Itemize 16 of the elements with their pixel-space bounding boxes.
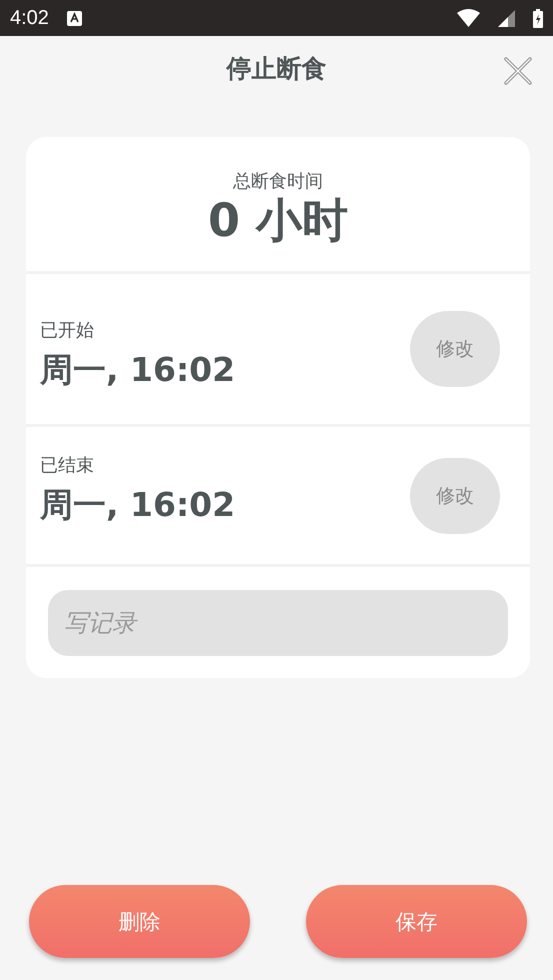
notes-field[interactable]: 写记录 — [48, 590, 508, 656]
time-label: 已结束 — [40, 454, 95, 477]
delete-button[interactable]: 删除 — [29, 885, 250, 958]
signal-icon — [498, 10, 515, 26]
total-label: 总断食时间 — [233, 170, 323, 193]
battery-icon — [533, 8, 543, 28]
wifi-icon — [457, 9, 480, 27]
time-value: 周一, 16:02 — [40, 348, 236, 390]
status-time: 4:02 — [10, 6, 49, 30]
screen-title: 停止断食 — [226, 52, 326, 84]
close-icon[interactable] — [503, 56, 533, 86]
time-label: 已开始 — [40, 318, 95, 342]
save-button[interactable]: 保存 — [306, 885, 527, 958]
keyboard-icon — [66, 10, 82, 26]
time-value: 周一, 16:02 — [40, 484, 236, 526]
total-value: 0 小时 — [208, 194, 348, 246]
